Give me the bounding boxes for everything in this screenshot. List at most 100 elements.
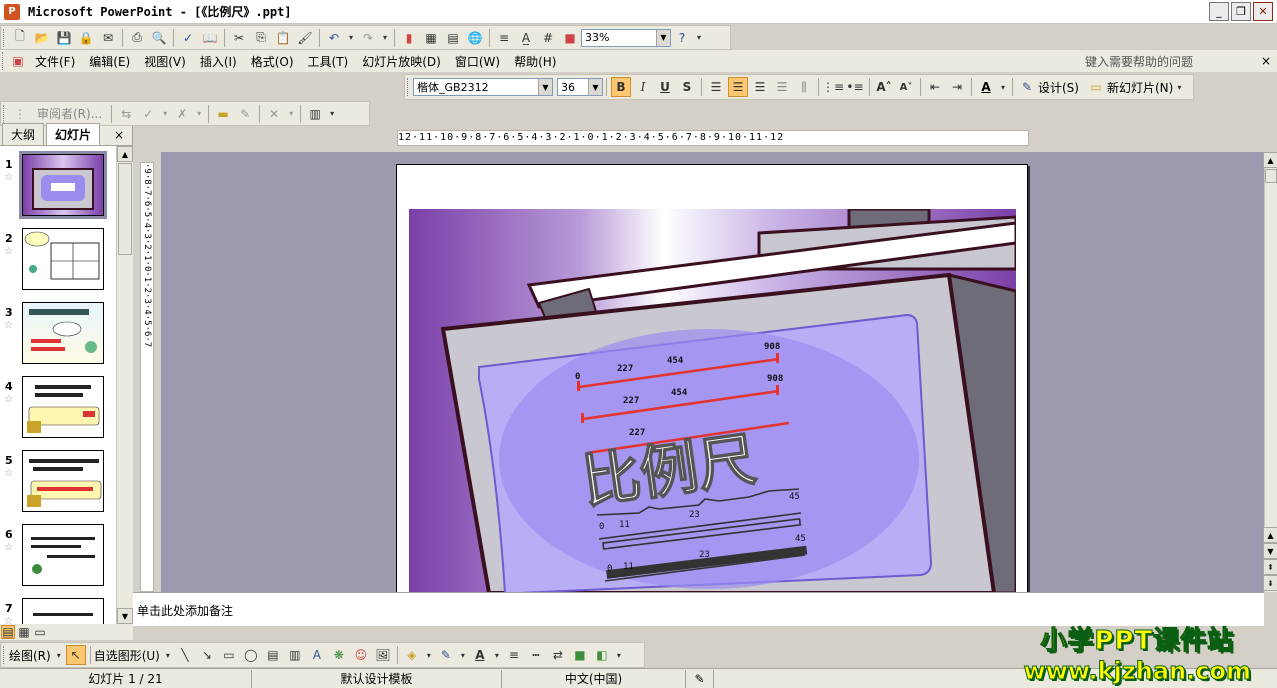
apply-dropdown-icon[interactable]: ▾: [160, 104, 170, 124]
oval-tool-icon[interactable]: ◯: [241, 645, 261, 665]
cut-icon[interactable]: ✂: [229, 28, 249, 48]
reviewer-button[interactable]: 审阅者(R)...: [37, 105, 102, 122]
zoom-select[interactable]: 33% ▼: [581, 28, 671, 47]
close-window-button[interactable]: ✕: [1253, 2, 1273, 21]
show-formatting-icon[interactable]: A̲: [516, 28, 536, 48]
delete-dropdown-icon[interactable]: ▾: [286, 104, 296, 124]
copy-icon[interactable]: ⎘: [251, 28, 271, 48]
scroll-up-icon[interactable]: ▲: [117, 146, 133, 162]
insert-comment-icon[interactable]: ▬: [213, 104, 233, 124]
paste-icon[interactable]: 📋: [273, 28, 293, 48]
apply-icon[interactable]: ✓: [138, 104, 158, 124]
save-icon[interactable]: 💾: [54, 28, 74, 48]
slide-thumbnail[interactable]: 2 ☆: [0, 228, 116, 298]
autoshapes-button[interactable]: 自选图形(U): [94, 647, 160, 664]
clipart-icon[interactable]: ☺: [351, 645, 371, 665]
draw-menu-button[interactable]: 绘图(R): [9, 647, 51, 664]
align-left-icon[interactable]: ☰: [706, 77, 726, 97]
next-slide-icon[interactable]: ⇟: [1263, 575, 1277, 591]
menu-format[interactable]: 格式(O): [251, 53, 294, 70]
fill-color-icon[interactable]: ◈: [402, 645, 422, 665]
show-grid-icon[interactable]: #: [538, 28, 558, 48]
decrease-indent-icon[interactable]: ⇤: [925, 77, 945, 97]
line-style-icon[interactable]: ≡: [504, 645, 524, 665]
toolbar-options-icon[interactable]: ▾: [327, 104, 337, 124]
menu-file[interactable]: 文件(F): [35, 53, 75, 70]
scroll-up-icon[interactable]: ▲: [1263, 152, 1277, 168]
menu-insert[interactable]: 插入(I): [200, 53, 237, 70]
slide-thumbnail[interactable]: 6 ☆: [0, 524, 116, 594]
fill-color-dropdown-icon[interactable]: ▾: [424, 645, 434, 665]
slide-sorter-icon[interactable]: ▦: [17, 625, 31, 639]
expand-all-icon[interactable]: ≡: [494, 28, 514, 48]
scroll-down-small-icon[interactable]: ▼: [1263, 543, 1277, 559]
slide-thumbnail[interactable]: 3 ☆: [0, 302, 116, 372]
italic-button[interactable]: I: [633, 77, 653, 97]
spelling-status-icon[interactable]: ✎: [686, 669, 714, 688]
research-icon[interactable]: 📖: [200, 28, 220, 48]
previous-slide-icon[interactable]: ⇞: [1263, 559, 1277, 575]
insert-table-icon[interactable]: ▦: [421, 28, 441, 48]
distributed-icon[interactable]: ⫼: [794, 77, 814, 97]
reject-icon[interactable]: ✗: [172, 104, 192, 124]
menu-view[interactable]: 视图(V): [144, 53, 186, 70]
slide-thumbnail[interactable]: 1 ☆: [0, 151, 116, 224]
slide-thumbnail[interactable]: 5 ☆: [0, 450, 116, 520]
align-center-icon[interactable]: ☰: [728, 77, 748, 97]
document-icon[interactable]: ▣: [8, 51, 28, 71]
tab-slides[interactable]: 幻灯片: [46, 123, 101, 145]
chevron-down-icon[interactable]: ▼: [656, 29, 670, 46]
slide-thumbnail[interactable]: 4 ☆: [0, 376, 116, 446]
increase-indent-icon[interactable]: ⇥: [947, 77, 967, 97]
chevron-down-icon[interactable]: ▼: [588, 79, 602, 95]
wordart-icon[interactable]: A: [307, 645, 327, 665]
slideshow-view-icon[interactable]: ▭: [33, 625, 47, 639]
menu-help[interactable]: 帮助(H): [514, 53, 556, 70]
line-tool-icon[interactable]: ╲: [175, 645, 195, 665]
new-slide-button[interactable]: 新幻灯片(N): [1107, 79, 1173, 96]
scroll-up-small-icon[interactable]: ▲: [1263, 527, 1277, 543]
normal-view-icon[interactable]: ▤: [1, 625, 15, 639]
new-slide-icon[interactable]: ▭: [1086, 77, 1106, 97]
help-icon[interactable]: ?: [672, 28, 692, 48]
minimize-button[interactable]: _: [1209, 2, 1229, 21]
toolbar-grip[interactable]: [3, 28, 6, 47]
toolbar-grip[interactable]: [3, 104, 6, 123]
menu-grip[interactable]: [2, 52, 5, 70]
textbox-tool-icon[interactable]: ▤: [263, 645, 283, 665]
powerpoint-app-icon[interactable]: P: [4, 3, 20, 20]
previous-item-icon[interactable]: ⇆: [116, 104, 136, 124]
open-folder-icon[interactable]: 📂: [32, 28, 52, 48]
edit-comment-icon[interactable]: ✎: [235, 104, 255, 124]
reject-dropdown-icon[interactable]: ▾: [194, 104, 204, 124]
close-pane-icon[interactable]: ×: [114, 128, 124, 142]
hyperlink-icon[interactable]: 🌐: [465, 28, 485, 48]
menu-window[interactable]: 窗口(W): [455, 53, 500, 70]
restore-button[interactable]: ❐: [1231, 2, 1251, 21]
insert-picture-icon[interactable]: 🖼: [373, 645, 393, 665]
redo-icon[interactable]: ↷: [358, 28, 378, 48]
close-document-icon[interactable]: ×: [1261, 54, 1271, 68]
select-objects-icon[interactable]: ↖: [65, 645, 86, 665]
scrollbar-thumb[interactable]: [118, 163, 132, 255]
shadow-button[interactable]: S: [677, 77, 697, 97]
diagram-icon[interactable]: ❋: [329, 645, 349, 665]
arrow-style-icon[interactable]: ⇄: [548, 645, 568, 665]
decrease-font-icon[interactable]: A˅: [896, 77, 916, 97]
email-icon[interactable]: ✉: [98, 28, 118, 48]
redo-dropdown-icon[interactable]: ▾: [380, 28, 390, 48]
help-search-input[interactable]: 键入需要帮助的问题: [1085, 53, 1193, 70]
bold-button[interactable]: B: [611, 77, 631, 97]
justify-icon[interactable]: ☰: [772, 77, 792, 97]
vertical-textbox-icon[interactable]: ▥: [285, 645, 305, 665]
design-button[interactable]: 设计(S): [1038, 79, 1079, 96]
increase-font-icon[interactable]: A˄: [874, 77, 894, 97]
print-preview-icon[interactable]: 🔍: [149, 28, 169, 48]
format-painter-icon[interactable]: 🖌: [295, 28, 315, 48]
font-color-icon[interactable]: A: [976, 77, 996, 97]
undo-icon[interactable]: ↶: [324, 28, 344, 48]
numbering-icon[interactable]: ⋮≡: [822, 77, 844, 97]
chevron-down-icon[interactable]: ▼: [538, 79, 552, 95]
permission-icon[interactable]: 🔒: [76, 28, 96, 48]
print-icon[interactable]: ⎙: [127, 28, 147, 48]
